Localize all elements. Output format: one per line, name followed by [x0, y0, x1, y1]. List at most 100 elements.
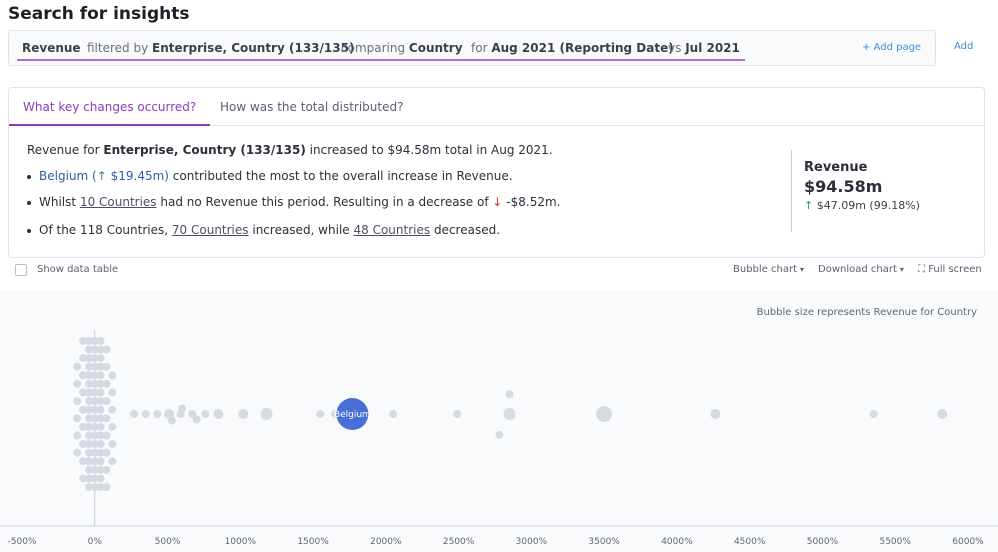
kpi-title: Revenue [804, 160, 868, 175]
bubble-point [108, 440, 117, 449]
bubble-point [869, 410, 878, 418]
bubble-point [73, 448, 82, 457]
fullscreen-icon: ⛶ [918, 264, 925, 275]
query-bar[interactable]: Revenue filtered by Enterprise, Country … [8, 30, 936, 66]
chevron-down-icon: ▾ [800, 265, 805, 274]
bubble-point [505, 390, 514, 399]
chevron-down-icon: ▾ [899, 265, 904, 274]
period-token[interactable]: for Aug 2021 (Reporting Date) [466, 39, 679, 61]
bubble-point [73, 431, 82, 440]
bubble-point [937, 409, 948, 419]
bubble-point [201, 410, 210, 418]
up-arrow-icon: ↑ [804, 199, 814, 212]
bubble-point [96, 371, 105, 380]
x-tick-label: 1000% [225, 537, 257, 547]
bubble-point [495, 430, 504, 439]
kpi-change: ↑ $47.09m (99.18%) [804, 199, 920, 212]
insight-tabs: What key changes occurred? How was the t… [9, 88, 984, 126]
compare-token[interactable]: comparing Country [336, 39, 468, 61]
bubble-point [108, 405, 117, 414]
x-tick-label: 6000% [952, 537, 984, 547]
bubble-point [108, 388, 117, 397]
bubble-point [167, 416, 176, 425]
bubble-point [96, 474, 105, 483]
summary-bullet: Belgium (↑ $19.45m) contributed the most… [27, 169, 513, 183]
belgium-link[interactable]: Belgium [39, 169, 88, 183]
bubble-point [178, 404, 187, 413]
x-tick-label: 2000% [370, 537, 402, 547]
decreased-countries-link[interactable]: 48 Countries [353, 223, 430, 237]
bubble-point [73, 379, 82, 388]
x-tick-label: 5000% [807, 537, 839, 547]
bubble-point [102, 483, 111, 492]
show-data-table-checkbox[interactable] [15, 264, 27, 276]
bubble-point [260, 408, 273, 420]
bubble-point [108, 371, 117, 380]
show-data-table-label[interactable]: Show data table [37, 264, 118, 275]
bubble-point [316, 410, 325, 418]
bubble-chart: -500% 0% 500% 1000% 1500% 2000% 2500% 3000% 3500… [0, 290, 998, 552]
fullscreen-button[interactable]: ⛶ Full screen [918, 264, 982, 275]
no-revenue-countries-link[interactable]: 10 Countries [80, 195, 157, 209]
x-tick-label: 3000% [516, 537, 548, 547]
bubble-point [102, 431, 111, 440]
bullet-dot [27, 228, 31, 233]
tab-key-changes[interactable]: What key changes occurred? [9, 88, 211, 126]
x-tick-label: 0% [88, 537, 103, 547]
chart-note: Bubble size represents Revenue for Count… [756, 307, 977, 318]
kpi-value: $94.58m [804, 177, 883, 196]
bubble-point [96, 405, 105, 414]
x-tick-label: 1500% [297, 537, 329, 547]
up-arrow-icon: ↑ [96, 169, 107, 183]
highlight-bubble-label: Belgium [334, 410, 371, 420]
bubble-point [102, 362, 111, 371]
bubble-point [102, 379, 111, 388]
bubble-point [153, 410, 162, 418]
bubble-point [102, 414, 111, 423]
summary-line: Revenue for Enterprise, Country (133/135… [27, 143, 553, 157]
down-arrow-icon: ↓ [492, 195, 503, 209]
summary-bullet: Of the 118 Countries, 70 Countries incre… [27, 223, 500, 237]
bubble-point [102, 465, 111, 474]
bubble-point [96, 440, 105, 449]
bubble-point [503, 408, 516, 420]
bubble-point [710, 409, 721, 419]
bubble-point [96, 422, 105, 431]
bubble-point [596, 406, 613, 422]
increased-countries-link[interactable]: 70 Countries [172, 223, 249, 237]
add-page-button[interactable]: + Add page [862, 42, 921, 53]
bullet-dot [27, 200, 31, 205]
bubble-point [102, 448, 111, 457]
tab-distribution[interactable]: How was the total distributed? [206, 88, 417, 126]
bubble-point [108, 422, 117, 431]
bubble-point [130, 410, 139, 418]
x-tick-label: 2500% [443, 537, 475, 547]
download-chart-dropdown[interactable]: Download chart ▾ [818, 264, 904, 275]
vs-token[interactable]: vs Jul 2021 [663, 39, 745, 61]
bubble-point [73, 414, 82, 423]
bubble-point [96, 336, 105, 345]
bubble-point [73, 362, 82, 371]
x-tick-label: 4500% [734, 537, 766, 547]
bullet-dot [27, 174, 31, 179]
x-tick-label: 5500% [879, 537, 911, 547]
bubble-point [96, 457, 105, 466]
measure-token[interactable]: Revenue [17, 39, 86, 61]
chart-type-dropdown[interactable]: Bubble chart ▾ [733, 264, 804, 275]
bubble-point [389, 410, 398, 418]
bubble-chart-svg: -500% 0% 500% 1000% 1500% 2000% 2500% 3000% 3500… [0, 330, 998, 547]
bubble-point [192, 415, 201, 424]
bubble-point [102, 345, 111, 354]
chart-toolbar: Show data table Bubble chart ▾ Download c… [0, 262, 998, 280]
page-title: Search for insights [8, 4, 190, 24]
add-button[interactable]: Add [954, 41, 973, 52]
bubble-point [96, 388, 105, 397]
bubble-point [73, 397, 82, 406]
x-tick-label: -500% [8, 537, 37, 547]
x-tick-label: 500% [155, 537, 181, 547]
summary-bullet: Whilst 10 Countries had no Revenue this … [27, 195, 560, 209]
bubble-point [108, 457, 117, 466]
bubble-point [96, 354, 105, 363]
insight-card: What key changes occurred? How was the t… [8, 87, 985, 258]
filter-token[interactable]: filtered by Enterprise, Country (133/135… [82, 39, 360, 61]
